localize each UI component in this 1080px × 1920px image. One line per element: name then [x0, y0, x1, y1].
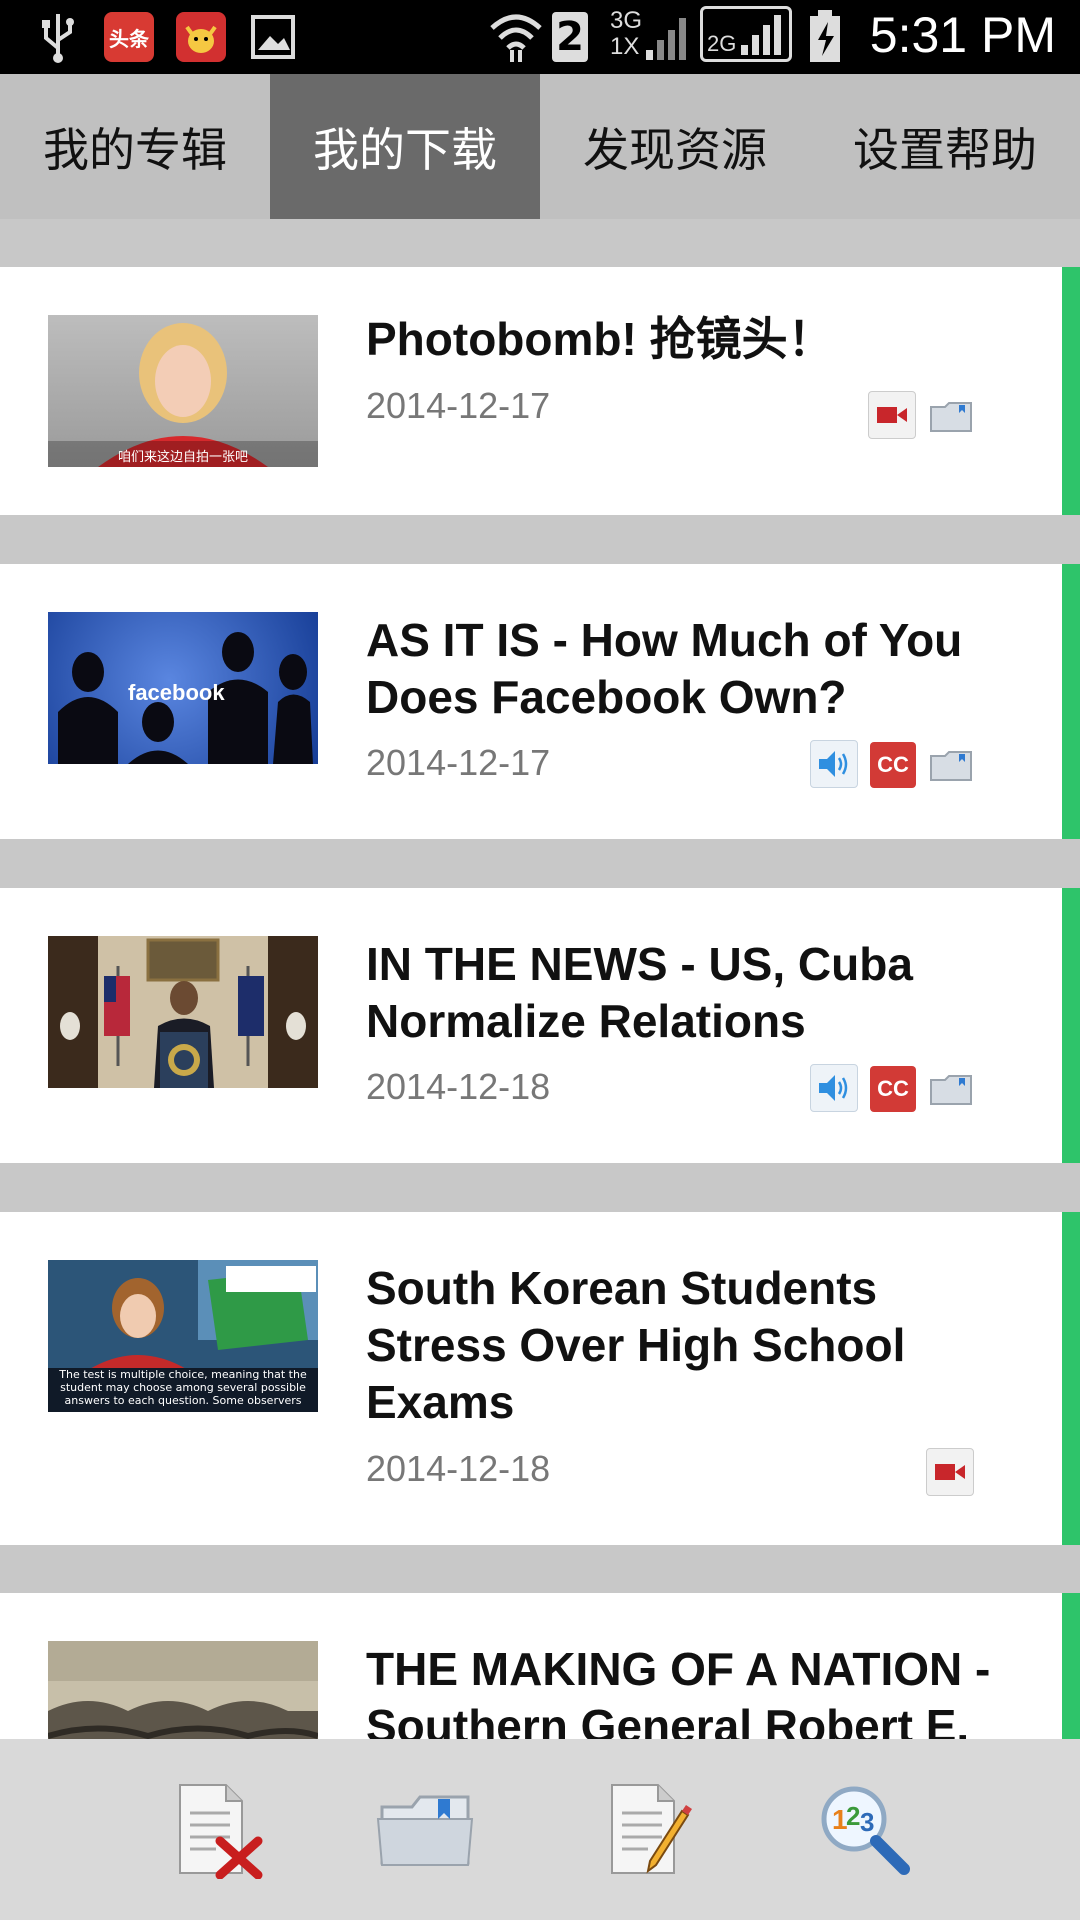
thumbnail-photobomb: 咱们来这边自拍一张吧: [48, 315, 318, 467]
item-badges: CC: [810, 1064, 974, 1112]
network-2g-label: 2G: [707, 31, 737, 56]
edit-document-icon: [611, 1784, 692, 1874]
video-icon: [926, 1448, 974, 1496]
network-1x-label: 1X: [610, 33, 640, 60]
item-badges: [926, 1448, 974, 1496]
battery-icon: [808, 10, 842, 68]
tab-settings-help[interactable]: 设置帮助: [810, 74, 1080, 219]
item-badges: [868, 391, 974, 439]
audio-icon: [810, 1064, 858, 1112]
closed-caption-icon: CC: [870, 1066, 916, 1112]
usb-icon: [36, 10, 80, 68]
thumbnail-caption: facebook: [128, 680, 225, 705]
tab-my-downloads[interactable]: 我的下载: [270, 74, 540, 219]
edit-document-button[interactable]: [600, 1779, 700, 1879]
signal-2g-icon: 2G: [700, 6, 792, 62]
tab-discover[interactable]: 发现资源: [540, 74, 810, 219]
toutiao-app-label: 头条: [109, 26, 149, 51]
thumbnail-us-cuba: [48, 936, 318, 1088]
status-bar: 头条 2 3G 1X 2G 5:31 PM: [0, 0, 1080, 74]
wifi-icon: [488, 8, 544, 68]
bull-app-icon: [176, 12, 226, 62]
item-accent-stripe: [1062, 564, 1080, 839]
thumbnail-caption: The test is multiple choice, meaning tha…: [59, 1368, 307, 1407]
svg-text:2: 2: [846, 1801, 860, 1831]
toutiao-app-icon: 头条: [104, 12, 154, 62]
download-list: 咱们来这边自拍一张吧 Photobomb! 抢镜头！ 2014-12-17 fa…: [0, 219, 1080, 1739]
item-title: South Korean Students Stress Over High S…: [366, 1262, 906, 1428]
list-item[interactable]: IN THE NEWS - US, Cuba Normalize Relatio…: [0, 888, 1080, 1163]
folder-icon: [928, 742, 974, 788]
network-3g-icon: 3G 1X: [610, 8, 642, 60]
folder-button[interactable]: [376, 1779, 476, 1879]
list-item[interactable]: THE MAKING OF A NATION - Southern Genera…: [0, 1593, 1080, 1739]
folder-icon: [928, 393, 974, 439]
audio-icon: [810, 740, 858, 788]
tab-my-albums[interactable]: 我的专辑: [0, 74, 270, 219]
item-accent-stripe: [1062, 1593, 1080, 1739]
item-date: 2014-12-18: [366, 1066, 551, 1107]
network-3g-label: 3G: [610, 7, 643, 34]
item-date: 2014-12-17: [366, 742, 551, 783]
item-title: THE MAKING OF A NATION - Southern Genera…: [366, 1643, 991, 1739]
item-accent-stripe: [1062, 1212, 1080, 1545]
list-item[interactable]: 咱们来这边自拍一张吧 Photobomb! 抢镜头！ 2014-12-17: [0, 267, 1080, 515]
svg-text:3: 3: [860, 1807, 874, 1837]
item-title: AS IT IS - How Much of You Does Facebook…: [366, 614, 963, 723]
folder-icon: [376, 1795, 474, 1866]
bottom-toolbar: 1 2 3: [0, 1739, 1080, 1920]
sim-slot-icon: 2: [552, 12, 588, 62]
search-123-icon: 1 2 3: [821, 1786, 910, 1875]
delete-document-button[interactable]: [168, 1779, 268, 1879]
thumbnail-making-of-nation: [48, 1641, 318, 1739]
thumbnail-south-korea: The test is multiple choice, meaning tha…: [48, 1260, 318, 1412]
tab-bar: 我的专辑 我的下载 发现资源 设置帮助: [0, 74, 1080, 219]
item-title: IN THE NEWS - US, Cuba Normalize Relatio…: [366, 938, 913, 1047]
item-date: 2014-12-17: [366, 385, 551, 426]
video-icon: [868, 391, 916, 439]
list-item[interactable]: The test is multiple choice, meaning tha…: [0, 1212, 1080, 1545]
clock: 5:31 PM: [869, 7, 1056, 63]
item-date: 2014-12-18: [366, 1448, 551, 1489]
item-badges: CC: [810, 740, 974, 788]
item-accent-stripe: [1062, 267, 1080, 515]
item-title: Photobomb! 抢镜头！: [366, 313, 834, 365]
search-number-button[interactable]: 1 2 3: [814, 1779, 914, 1879]
thumbnail-caption: 咱们来这边自拍一张吧: [117, 450, 248, 465]
image-notification-icon: [250, 14, 296, 64]
delete-document-icon: [179, 1784, 263, 1879]
item-accent-stripe: [1062, 888, 1080, 1163]
list-item[interactable]: facebook AS IT IS - How Much of You Does…: [0, 564, 1080, 839]
sim-slot-label: 2: [556, 14, 584, 60]
signal-1-icon: [644, 12, 690, 66]
closed-caption-icon: CC: [870, 742, 916, 788]
thumbnail-facebook: facebook: [48, 612, 318, 764]
folder-icon: [928, 1066, 974, 1112]
